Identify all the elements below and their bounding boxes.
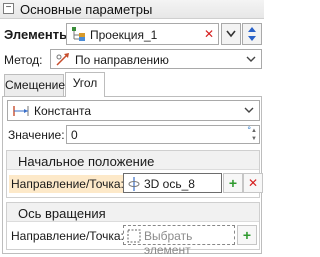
rotation-axis-header: Ось вращения [7,203,259,222]
elements-value: Проекция_1 [90,28,158,42]
start-direction-value: 3D ось_8 [144,177,195,191]
spin-down-icon[interactable]: ▼ [251,136,257,142]
chevron-down-button[interactable] [221,23,241,45]
method-label: Метод: [4,53,43,67]
chevron-down-icon [226,30,236,38]
clear-icon[interactable]: ✕ [204,27,214,41]
method-value: По направлению [75,53,169,67]
start-position-header: Начальное положение [7,151,259,170]
start-position-group: Начальное положение Направление/Точка: 3… [6,150,263,198]
angle-value: 0 [71,128,78,142]
rotation-axis-title: Ось вращения [18,206,106,221]
minus-box-icon[interactable]: − [3,3,14,14]
angle-mode-value: Константа [34,104,91,118]
angle-value-input[interactable]: 0 ° ▲ ▼ [66,125,260,144]
constant-icon [13,106,29,116]
start-position-title: Начальное положение [18,154,155,169]
section-title: Основные параметры [20,2,153,17]
section-header[interactable]: − Основные параметры [0,0,264,19]
rotation-direction-field[interactable]: Выбрать элемент [123,225,235,257]
selection-box-icon [127,229,141,243]
angle-mode-combo[interactable]: Константа [7,100,260,121]
spin-up-icon[interactable]: ▲ [251,128,257,134]
chevron-down-icon [244,107,254,113]
add-icon[interactable]: + [223,173,243,193]
start-direction-label: Направление/Точка: [9,175,126,193]
elements-field[interactable]: Проекция_1 ✕ [66,23,219,45]
rotation-direction-placeholder: Выбрать элемент [144,229,193,257]
swap-button[interactable] [242,23,262,45]
elements-label: Элементы: [4,27,75,42]
main-parameters-panel: − Основные параметры Элементы: Проекция_… [0,0,264,257]
tree-projection-icon [72,27,85,41]
tab-angle[interactable]: Угол [65,72,105,97]
rotation-axis-group: Ось вращения Направление/Точка: Выбрать … [6,202,260,257]
rotation-direction-label: Направление/Точка: [11,229,124,243]
tab-offset[interactable]: Смещение [4,74,65,96]
axis-icon [128,177,140,191]
remove-icon[interactable]: ✕ [243,173,263,193]
add-icon[interactable]: + [237,225,257,245]
chevron-down-icon [246,56,256,62]
method-combo[interactable]: По направлению [50,49,262,69]
value-label: Значение: [8,128,65,142]
up-down-arrows-icon [248,27,256,41]
direction-icon [56,53,69,66]
start-direction-field[interactable]: 3D ось_8 [123,173,222,193]
